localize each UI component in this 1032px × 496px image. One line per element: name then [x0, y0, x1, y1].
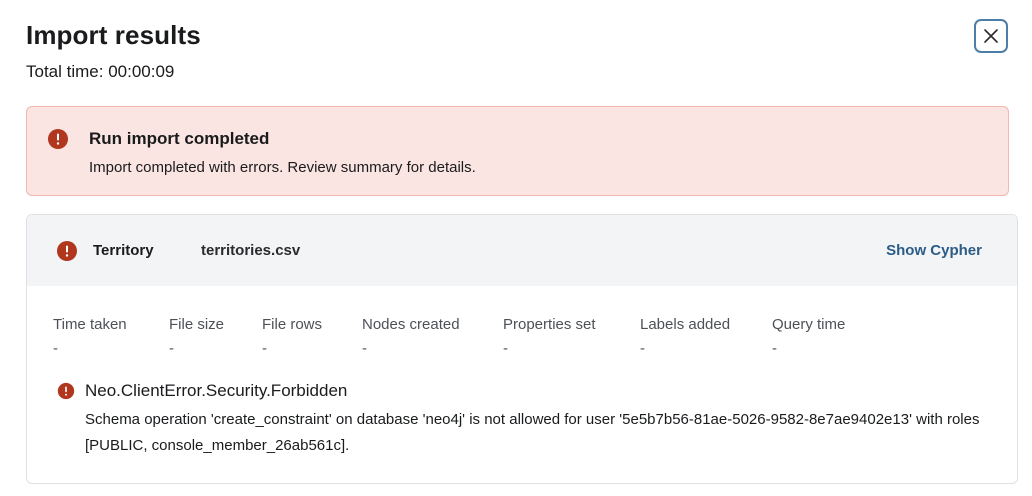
total-time: Total time: 00:00:09: [26, 62, 175, 81]
import-result-card: Territory territories.csv Show Cypher Ti…: [26, 214, 1018, 484]
stat-query-time: Query time -: [772, 315, 872, 359]
stat-nodes-created: Nodes created -: [362, 315, 503, 359]
stat-value: -: [640, 340, 645, 357]
stat-value: -: [262, 340, 267, 357]
error-code: Neo.ClientError.Security.Forbidden: [85, 381, 348, 400]
import-results-dialog: Import results Total time: 00:00:09 Run …: [0, 0, 1032, 496]
stat-value: -: [169, 340, 174, 357]
stat-value: -: [362, 340, 367, 357]
alert-title: Run import completed: [89, 129, 270, 148]
stat-value: -: [503, 340, 508, 357]
stat-label: File size: [169, 316, 225, 333]
show-cypher-link[interactable]: Show Cypher: [886, 241, 982, 261]
error-alert-banner: Run import completed Import completed wi…: [26, 106, 1009, 196]
stat-labels-added: Labels added -: [640, 315, 772, 359]
stat-properties-set: Properties set -: [503, 315, 640, 359]
stat-value: -: [53, 340, 58, 357]
stat-label: Query time: [772, 316, 846, 333]
close-icon: [984, 29, 998, 43]
result-card-header: Territory territories.csv Show Cypher: [27, 215, 1017, 286]
source-file-name: territories.csv: [201, 242, 301, 259]
import-stats: Time taken - File size - File rows - Nod…: [53, 315, 872, 359]
close-button[interactable]: [974, 19, 1008, 53]
error-icon: [56, 240, 78, 267]
stat-label: File rows: [262, 316, 323, 333]
error-icon: [57, 382, 75, 405]
stat-label: Labels added: [640, 316, 731, 333]
stat-label: Properties set: [503, 316, 596, 333]
alert-description: Import completed with errors. Review sum…: [89, 159, 476, 176]
stat-time-taken: Time taken -: [53, 315, 169, 359]
stat-label: Time taken: [53, 316, 127, 333]
stat-file-size: File size -: [169, 315, 262, 359]
stat-file-rows: File rows -: [262, 315, 362, 359]
node-label-name: Territory: [93, 242, 154, 259]
error-icon: [47, 128, 69, 155]
page-title: Import results: [26, 20, 201, 50]
stat-label: Nodes created: [362, 316, 460, 333]
error-message: Schema operation 'create_constraint' on …: [85, 411, 980, 454]
stat-value: -: [772, 340, 777, 357]
